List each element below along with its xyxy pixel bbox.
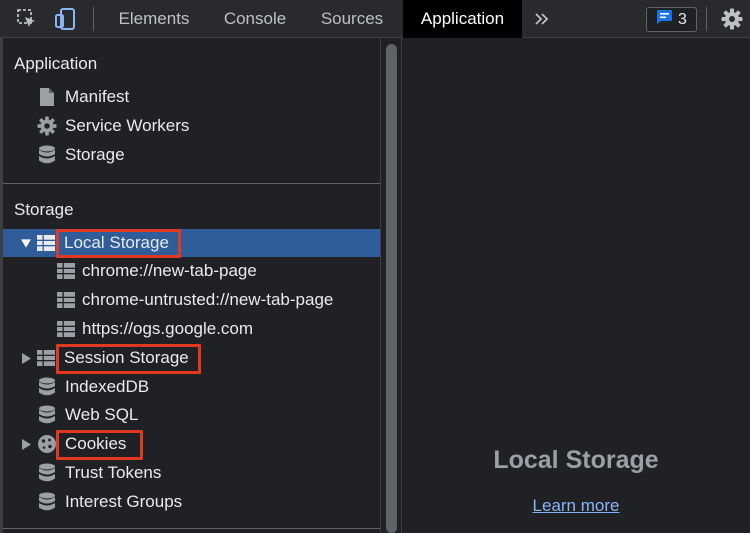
sidebar-item-origin[interactable]: chrome://new-tab-page — [3, 257, 380, 285]
table-grid-icon — [56, 261, 76, 281]
sidebar-item-label: chrome-untrusted://new-tab-page — [82, 290, 334, 309]
sidebar-item-indexeddb[interactable]: IndexedDB — [3, 373, 380, 401]
message-icon — [656, 9, 673, 30]
expand-arrow-icon[interactable] — [21, 352, 31, 364]
sidebar-item-label: Storage — [65, 145, 125, 164]
inspect-element-icon[interactable] — [10, 0, 44, 38]
sidebar-scrollbar-thumb[interactable] — [386, 44, 397, 533]
sidebar-item-manifest[interactable]: Manifest — [3, 83, 380, 111]
sidebar-item-label: Service Workers — [65, 116, 190, 135]
sidebar-item-origin[interactable]: https://ogs.google.com — [3, 315, 380, 343]
sidebar-item-local-storage[interactable]: Local Storage — [3, 229, 380, 257]
expand-arrow-icon[interactable] — [21, 438, 31, 450]
sidebar-item-label: Interest Groups — [65, 492, 183, 511]
devtools-toolbar: Elements Console Sources Application 3 — [0, 0, 750, 38]
gear-icon — [37, 116, 57, 136]
tab-elements[interactable]: Elements — [104, 0, 204, 38]
sidebar-item-label: Session Storage — [64, 348, 189, 367]
toolbar-divider — [93, 7, 94, 31]
sidebar-item-service-workers[interactable]: Service Workers — [3, 112, 380, 140]
gear-icon[interactable] — [716, 0, 748, 38]
sidebar-item-label: Cookies — [65, 434, 127, 453]
sidebar-item-label: Trust Tokens — [65, 463, 162, 482]
expand-arrow-icon[interactable] — [21, 238, 31, 248]
sidebar-item-label: https://ogs.google.com — [82, 319, 254, 338]
panel-title: Local Storage — [493, 446, 659, 474]
device-toolbar-icon[interactable] — [48, 0, 82, 38]
section-divider — [3, 528, 380, 529]
database-icon — [37, 377, 57, 397]
sidebar-item-origin[interactable]: chrome-untrusted://new-tab-page — [3, 286, 380, 314]
sidebar-item-label: Local Storage — [64, 233, 169, 252]
issues-count: 3 — [678, 10, 687, 28]
section-title-storage: Storage — [14, 200, 74, 219]
sidebar-item-trust-tokens[interactable]: Trust Tokens — [3, 459, 380, 487]
section-title-application: Application — [14, 54, 98, 73]
tab-console[interactable]: Console — [210, 0, 300, 38]
sidebar-item-session-storage[interactable]: Session Storage — [3, 344, 380, 372]
database-icon — [37, 492, 57, 512]
sidebar-item-label: Web SQL — [65, 405, 139, 424]
database-icon — [37, 463, 57, 483]
sidebar-item-label: chrome://new-tab-page — [82, 261, 257, 280]
storage-view-panel: Local Storage Learn more — [402, 38, 750, 533]
tab-sources[interactable]: Sources — [306, 0, 398, 38]
sidebar-item-interest-groups[interactable]: Interest Groups — [3, 488, 380, 516]
sidebar-item-label: Manifest — [65, 87, 130, 106]
sidebar-item-storage[interactable]: Storage — [3, 141, 380, 169]
sidebar-item-label: IndexedDB — [65, 377, 150, 396]
table-grid-icon — [56, 319, 76, 339]
table-grid-icon — [36, 348, 56, 368]
toolbar-divider — [706, 7, 707, 31]
section-divider — [3, 183, 380, 184]
sidebar-item-cookies[interactable]: Cookies — [3, 430, 380, 458]
database-icon — [37, 145, 57, 165]
chevron-double-right-icon[interactable] — [528, 0, 556, 38]
sidebar-item-web-sql[interactable]: Web SQL — [3, 401, 380, 429]
document-icon — [37, 87, 57, 107]
table-grid-icon — [56, 290, 76, 310]
database-icon — [37, 405, 57, 425]
cookie-icon — [37, 434, 57, 454]
table-grid-icon — [36, 233, 56, 253]
learn-more-link[interactable]: Learn more — [402, 496, 750, 516]
tab-application[interactable]: Application — [403, 0, 522, 38]
issues-badge[interactable]: 3 — [646, 7, 697, 32]
